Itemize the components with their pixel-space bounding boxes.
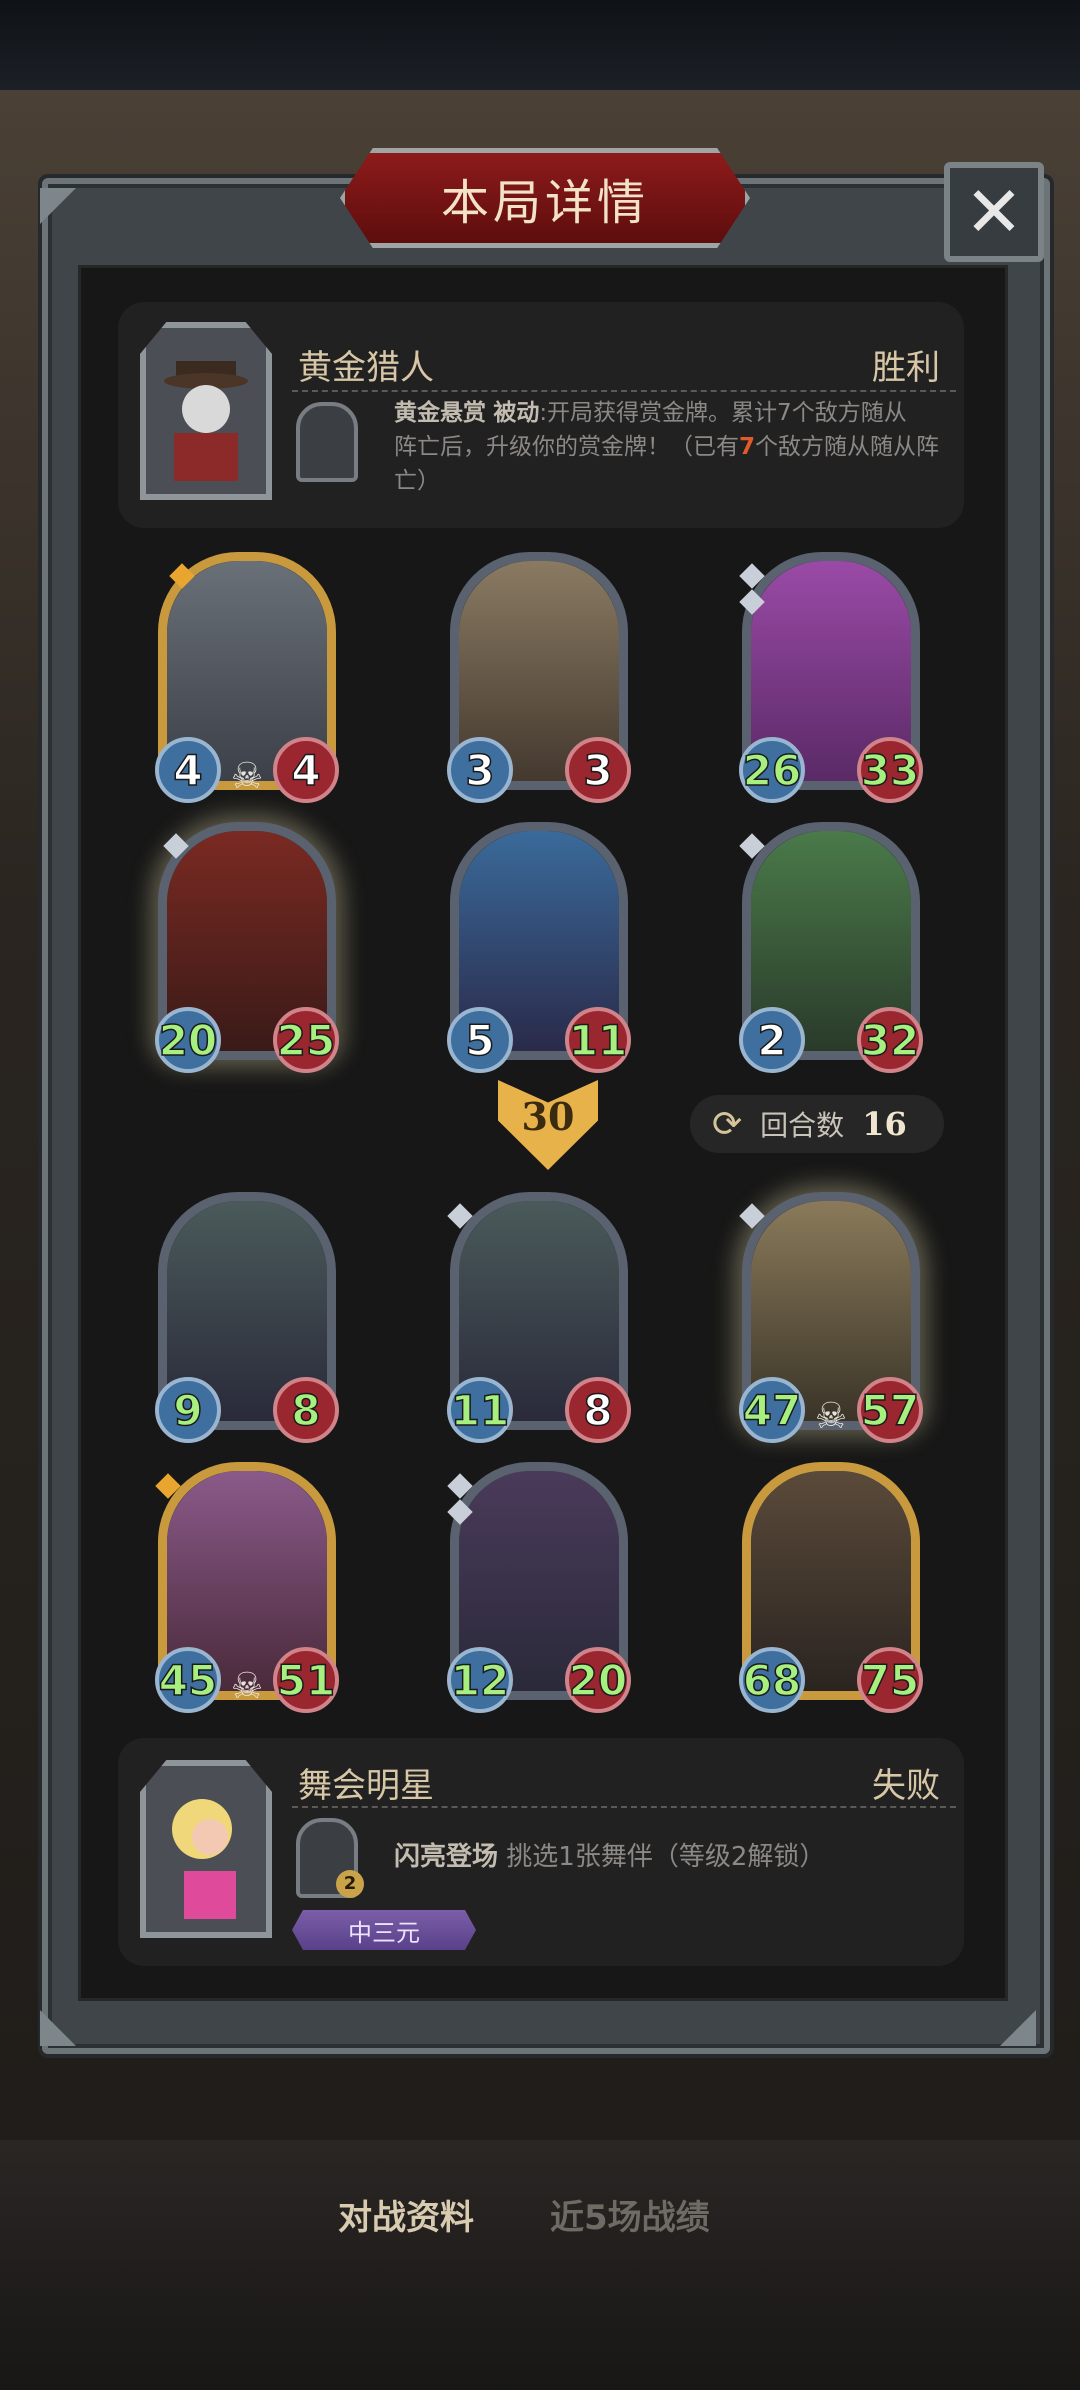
attack-stat: 5 [447,1007,513,1073]
attack-stat: 2 [739,1007,805,1073]
health-stat: 33 [857,737,923,803]
health-stat: 51 [273,1647,339,1713]
hero-result: 失败 [872,1766,940,1806]
attack-stat: 26 [739,737,805,803]
minion-card[interactable]: 26 33 [739,552,923,803]
attack-stat: 3 [447,737,513,803]
rank-tag: 中三元 [292,1910,476,1950]
health-stat: 75 [857,1647,923,1713]
skill-type: 被动 [493,400,540,426]
minion-card[interactable]: 3 3 [447,552,631,803]
attack-stat: 47 [739,1377,805,1443]
skill-text-2: 阵亡后，升级你的赏金牌！（已有 [394,434,739,460]
tab-recent-matches[interactable]: 近5场战绩 [550,2190,710,2239]
hero-skill-icon[interactable] [296,402,358,482]
minion-card[interactable]: ☠ 45 51 [155,1462,339,1713]
hero-name: 黄金猎人 [298,348,434,388]
minion-card[interactable]: ☠ 47 57 [739,1192,923,1443]
health-stat: 20 [565,1647,631,1713]
top-background [0,0,1080,100]
skill-name: 黄金悬赏 [394,400,486,426]
health-stat: 3 [565,737,631,803]
hero-name: 舞会明星 [298,1766,434,1806]
attack-stat: 4 [155,737,221,803]
hero-portrait-gold-hunter[interactable] [140,322,272,500]
skull-icon: ☠ [814,1396,848,1437]
skull-icon: ☠ [230,756,264,797]
refresh-icon: ⟳ [712,1103,743,1145]
skill-text-3: 个敌方随从随从阵 [755,434,940,460]
hero-result: 胜利 [872,348,940,388]
skill-level-badge: 2 [336,1870,364,1898]
attack-stat: 68 [739,1647,805,1713]
attack-stat: 12 [447,1647,513,1713]
close-icon: ✕ [964,171,1024,253]
divider [292,1806,956,1808]
skill-text: 挑选1张舞伴（等级2解锁） [506,1842,826,1872]
health-stat: 57 [857,1377,923,1443]
skill-count: 7 [739,434,756,460]
health-stat: 25 [273,1007,339,1073]
round-label: 回合数 [760,1109,845,1142]
attack-stat: 9 [155,1377,221,1443]
dialog-title: 本局详情 [440,175,649,231]
attack-stat: 11 [447,1377,513,1443]
hunter-portrait-icon [164,361,248,481]
skull-icon: ☠ [230,1666,264,1707]
minion-card[interactable]: 11 8 [447,1192,631,1443]
minion-card[interactable]: ☠ 4 4 [155,552,339,803]
minion-card[interactable]: 68 75 [739,1462,923,1713]
attack-stat: 20 [155,1007,221,1073]
attack-stat: 45 [155,1647,221,1713]
tab-battle-info[interactable]: 对战资料 [338,2190,474,2239]
skill-text-1: :开局获得赏金牌。累计7个敌方随从 [539,400,907,426]
dancer-portrait-icon [172,1799,236,1919]
rank-label: 中三元 [348,1918,420,1947]
close-button[interactable]: ✕ [944,162,1044,262]
skill-name: 闪亮登场 [394,1842,499,1872]
divider [292,390,956,392]
minion-card[interactable]: 5 11 [447,822,631,1073]
turn-badge-value: 30 [521,1094,575,1139]
hero-skill-description: 黄金悬赏 被动:开局获得赏金牌。累计7个敌方随从 阵亡后，升级你的赏金牌！（已有… [394,396,954,498]
health-stat: 11 [565,1007,631,1073]
minion-card[interactable]: 2 32 [739,822,923,1073]
health-stat: 8 [565,1377,631,1443]
health-stat: 4 [273,737,339,803]
hero-portrait-dance-star[interactable] [140,1760,272,1938]
bottom-tab-bar [0,2140,1080,2390]
dialog-title-plate: 本局详情 [340,148,750,248]
hero-skill-description: 闪亮登场 挑选1张舞伴（等级2解锁） [394,1840,825,1874]
health-stat: 32 [857,1007,923,1073]
round-value: 16 [862,1105,907,1143]
minion-card[interactable]: 20 25 [155,822,339,1073]
minion-card[interactable]: 9 8 [155,1192,339,1443]
skill-text-4: 亡） [394,468,440,494]
round-counter: ⟳ 回合数 16 [690,1095,944,1153]
game-screen: 对战资料 近5场战绩 本局详情 ✕ 黄金猎人 胜利 黄金悬赏 被动:开局获得赏金… [0,0,1080,2390]
health-stat: 8 [273,1377,339,1443]
minion-card[interactable]: 12 20 [447,1462,631,1713]
